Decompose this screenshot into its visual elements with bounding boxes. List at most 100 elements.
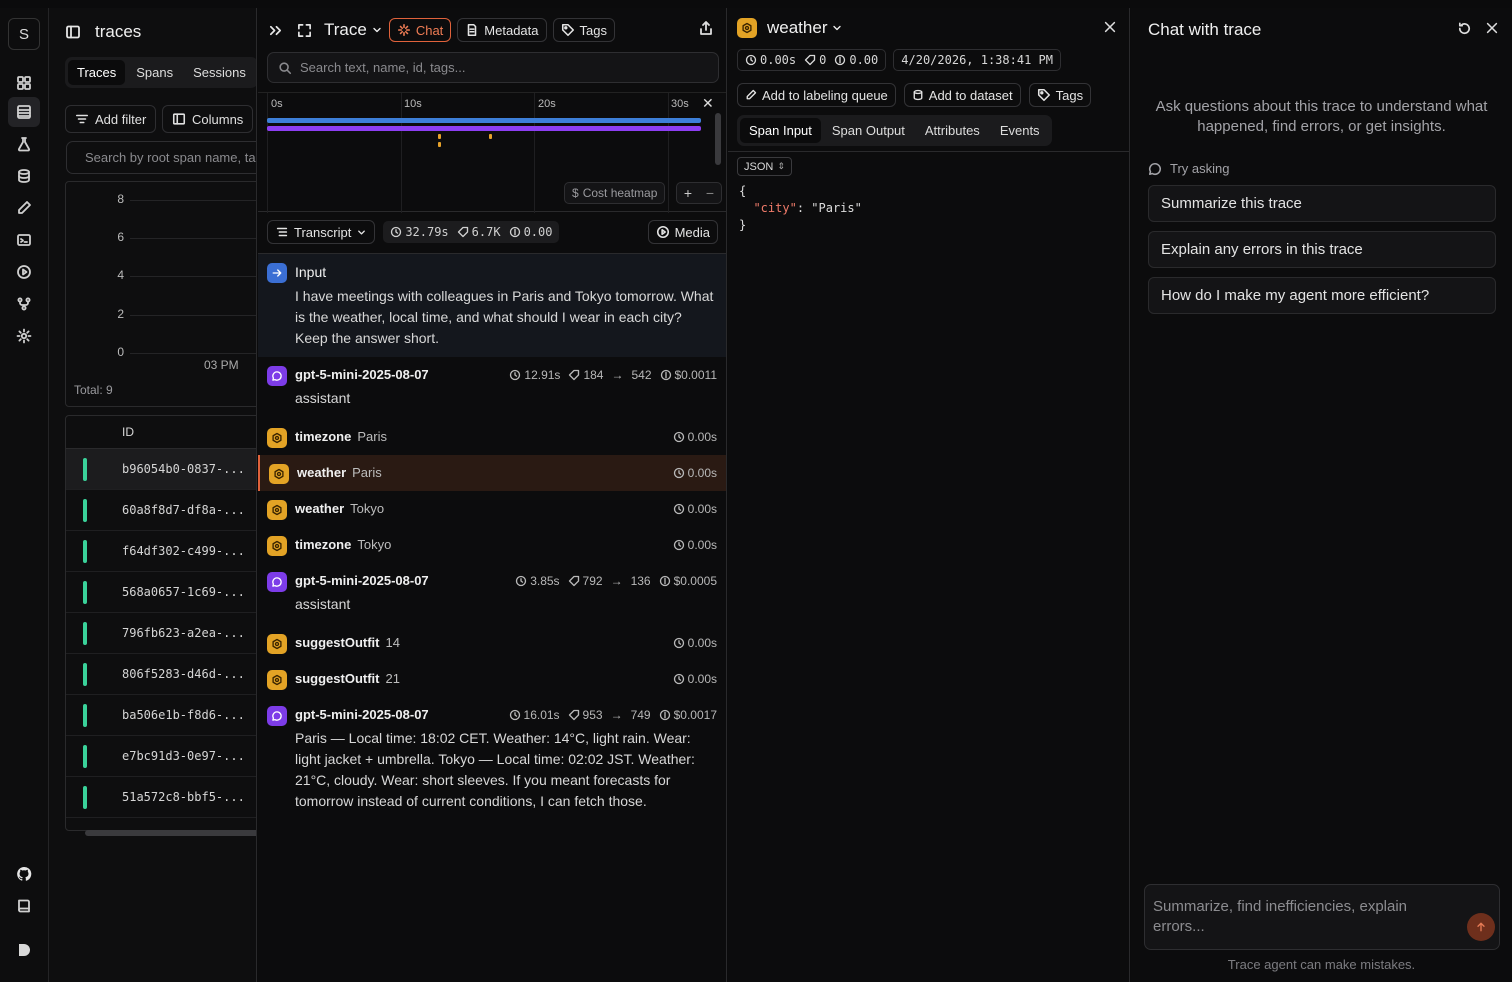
timeline[interactable]: 0s 10s 20s 30s ✕ $ Cost heatmap + − <box>258 92 726 213</box>
tool-span-row[interactable]: weather Tokyo 0.00s <box>258 491 726 527</box>
share-icon[interactable] <box>698 20 714 36</box>
chat-input[interactable]: Summarize, find inefficiencies, explain … <box>1144 884 1500 950</box>
close-icon[interactable] <box>1485 21 1499 35</box>
sessions-icon[interactable] <box>8 257 40 287</box>
settings-icon[interactable] <box>8 321 40 351</box>
add-filter-button[interactable]: Add filter <box>65 105 157 133</box>
span-cost: $0.0011 <box>674 368 718 382</box>
traces-search-input[interactable]: Search by root span name, tags... <box>66 141 256 174</box>
collapse-panel-icon[interactable] <box>268 23 283 38</box>
span-duration: 0.00s <box>687 430 717 444</box>
tool-span-row[interactable]: weather Paris 0.00s <box>258 455 726 491</box>
tab-sessions[interactable]: Sessions <box>184 60 255 85</box>
chat-button[interactable]: Chat <box>388 18 452 42</box>
tab-attributes[interactable]: Attributes <box>916 118 989 143</box>
project-avatar[interactable]: S <box>8 18 40 50</box>
tab-traces[interactable]: Traces <box>68 60 126 85</box>
close-icon[interactable] <box>1103 20 1117 34</box>
tool-span-row[interactable]: timezone Paris 0.00s <box>258 419 726 455</box>
github-icon[interactable] <box>8 859 40 889</box>
tab-span-output[interactable]: Span Output <box>823 118 914 143</box>
table-row[interactable]: ba506e1b-f8d6-... <box>66 695 256 736</box>
tool-span-row[interactable]: timezone Tokyo 0.00s <box>258 527 726 563</box>
span-tags-button[interactable]: Tags <box>1028 83 1092 107</box>
span-body: assistant <box>295 596 351 612</box>
table-row[interactable]: 796fb623-a2ea-... <box>66 613 256 654</box>
playground-icon[interactable] <box>8 225 40 255</box>
table-row[interactable]: f64df302-c499-... <box>66 531 256 572</box>
tool-span-row[interactable]: suggestOutfit 14 0.00s <box>258 625 726 661</box>
graph-icon[interactable] <box>8 289 40 319</box>
close-timeline-icon[interactable]: ✕ <box>702 95 714 112</box>
chevron-down-icon <box>373 27 381 33</box>
try-asking: Try asking <box>1148 161 1229 176</box>
table-row[interactable]: 806f5283-d46d-... <box>66 654 256 695</box>
tab-span-input[interactable]: Span Input <box>740 118 821 143</box>
suggestion-button[interactable]: Explain any errors in this trace <box>1148 231 1496 268</box>
span-timestamp: 4/20/2026, 1:38:41 PM <box>893 49 1061 71</box>
tab-spans[interactable]: Spans <box>127 60 182 85</box>
expand-icon[interactable] <box>297 23 312 38</box>
media-button[interactable]: Media <box>647 220 718 244</box>
horizontal-scrollbar[interactable] <box>65 828 256 837</box>
cost-heatmap-button[interactable]: $ Cost heatmap <box>564 182 666 204</box>
chat-panel: Chat with trace Ask questions about this… <box>1131 8 1512 982</box>
theme-icon[interactable] <box>8 935 40 965</box>
format-select[interactable]: JSON ⇕ <box>737 157 792 176</box>
tool-span-row[interactable]: suggestOutfit 21 0.00s <box>258 661 726 697</box>
json-viewer[interactable]: { "city": "Paris" } <box>739 183 862 234</box>
traces-icon[interactable] <box>8 97 40 127</box>
input-message[interactable]: Input I have meetings with colleagues in… <box>258 254 726 357</box>
llm-span-row[interactable]: gpt-5-mini-2025-08-07 12.91s 184 → 542 $0.001… <box>258 357 726 419</box>
suggestion-button[interactable]: How do I make my agent more efficient? <box>1148 277 1496 314</box>
sidebar-toggle-icon[interactable] <box>65 24 81 40</box>
timeline-scrollbar[interactable] <box>715 113 721 165</box>
span-meta: 0.00s <box>673 502 717 516</box>
table-row[interactable]: 568a0657-1c69-... <box>66 572 256 613</box>
y-tick: 6 <box>117 230 124 244</box>
chevron-down-icon <box>358 230 366 234</box>
zoom-out-button[interactable]: − <box>706 185 714 201</box>
timeline-bar-llm[interactable] <box>267 126 701 131</box>
zoom-in-button[interactable]: + <box>684 185 692 201</box>
play-icon <box>656 225 669 239</box>
table-row[interactable]: e7bc91d3-0e97-... <box>66 736 256 777</box>
span-argument: Paris <box>357 429 387 444</box>
column-header-id[interactable]: ID <box>66 416 256 449</box>
suggestion-button[interactable]: Summarize this trace <box>1148 185 1496 222</box>
span-name-dropdown[interactable]: weather <box>767 18 843 38</box>
tab-events[interactable]: Events <box>991 118 1049 143</box>
chevron-down-icon <box>833 25 842 31</box>
columns-button[interactable]: Columns <box>162 105 254 133</box>
llm-span-row[interactable]: gpt-5-mini-2025-08-07 16.01s 953 → 749 $0.001… <box>258 697 726 822</box>
add-to-dataset-button[interactable]: Add to dataset <box>903 83 1021 107</box>
status-bar <box>83 540 87 563</box>
timeline-tool-marker[interactable] <box>489 134 492 139</box>
send-button[interactable] <box>1467 913 1495 941</box>
page-title: traces <box>95 22 142 41</box>
table-row[interactable]: 51a572c8-bbf5-... <box>66 777 256 818</box>
span-meta: 0.00s <box>673 430 717 444</box>
trace-search-input[interactable]: Search text, name, id, tags... <box>267 52 719 83</box>
token-icon <box>457 226 468 238</box>
dashboard-icon[interactable] <box>8 68 40 98</box>
experiments-icon[interactable] <box>8 129 40 159</box>
table-row[interactable]: b96054b0-0837-... <box>66 449 256 490</box>
timeline-tool-marker[interactable] <box>438 142 441 147</box>
metadata-button[interactable]: Metadata <box>457 18 547 42</box>
view-mode-dropdown[interactable]: Transcript <box>267 220 376 244</box>
timeline-bar-trace[interactable] <box>267 118 701 123</box>
add-to-labeling-queue-button[interactable]: Add to labeling queue <box>737 83 896 107</box>
trace-title-dropdown[interactable]: Trace <box>324 20 383 40</box>
tags-button[interactable]: Tags <box>552 18 615 42</box>
table-row[interactable]: 60a8f8d7-df8a-... <box>66 490 256 531</box>
datasets-icon[interactable] <box>8 161 40 191</box>
docs-icon[interactable] <box>8 891 40 921</box>
timeline-tool-marker[interactable] <box>438 134 441 139</box>
refresh-icon[interactable] <box>1457 21 1472 36</box>
trace-id: ba506e1b-f8d6-... <box>122 708 245 722</box>
y-tick: 8 <box>117 192 124 206</box>
span-name: suggestOutfit <box>295 635 380 650</box>
prompts-icon[interactable] <box>8 193 40 223</box>
llm-span-row[interactable]: gpt-5-mini-2025-08-07 3.85s 792 → 136 $0.0005… <box>258 563 726 625</box>
